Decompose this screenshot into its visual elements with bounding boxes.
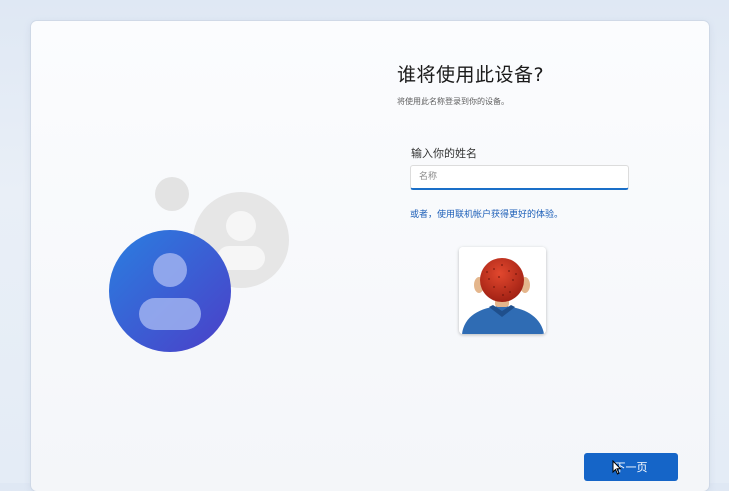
profile-picture: [459, 247, 546, 334]
mouse-pointer-icon: [612, 460, 622, 475]
next-button[interactable]: 下一页: [584, 453, 678, 481]
page-title: 谁将使用此设备?: [397, 64, 545, 86]
online-account-link[interactable]: 或者，使用联机帐户获得更好的体验。: [410, 207, 563, 220]
setup-panel: [31, 21, 709, 491]
page-subtitle: 将使用此名称登录到你的设备。: [397, 97, 509, 106]
name-input[interactable]: [410, 165, 629, 190]
name-field-label: 输入你的姓名: [411, 147, 477, 160]
